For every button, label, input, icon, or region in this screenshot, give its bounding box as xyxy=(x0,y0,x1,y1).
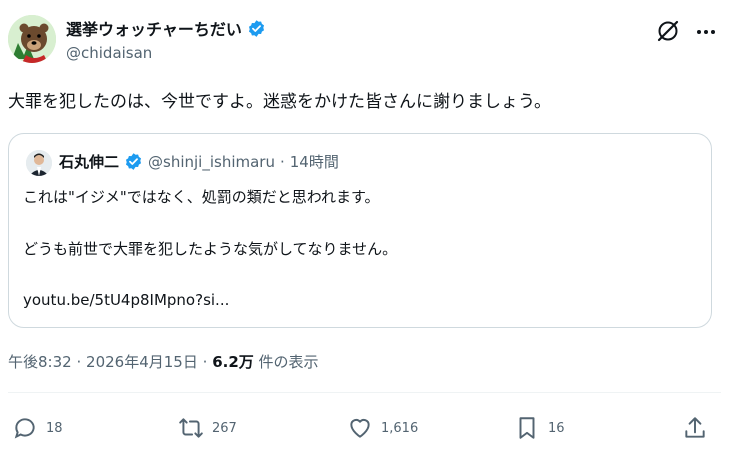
quoted-text-line: どうも前世で大罪を犯したような気がしてなりません。 xyxy=(23,240,398,258)
bear-mascot-image xyxy=(8,15,56,63)
view-count-label: 件の表示 xyxy=(258,353,319,371)
quoted-tweet-card[interactable]: 石丸伸二 @shinji_ishimaru · 14時間 これは"イジメ"ではな… xyxy=(8,133,712,328)
tweet-meta: 午後8:32 · 2026年4月15日 · 6.2万 件の表示 xyxy=(8,351,319,372)
bookmark-button[interactable]: 16 xyxy=(514,415,565,441)
share-button[interactable] xyxy=(682,415,708,441)
author-name-row[interactable]: 選挙ウォッチャーちだい xyxy=(66,16,266,40)
bookmark-count: 16 xyxy=(548,420,565,436)
meta-separator: · xyxy=(202,353,208,371)
grok-icon[interactable] xyxy=(655,18,681,44)
retweet-count: 267 xyxy=(212,420,237,436)
quoted-link[interactable]: youtu.be/5tU4p8IMpno?si... xyxy=(23,291,229,309)
quoted-author-avatar xyxy=(26,150,52,176)
bookmark-icon xyxy=(519,417,535,439)
share-icon xyxy=(685,417,705,438)
author-avatar[interactable] xyxy=(8,15,56,63)
retweet-icon xyxy=(179,418,203,438)
like-button[interactable]: 1,616 xyxy=(347,415,418,441)
reply-icon xyxy=(14,418,35,439)
like-count: 1,616 xyxy=(381,420,419,436)
verified-badge-icon xyxy=(125,153,142,170)
quoted-timestamp: 14時間 xyxy=(289,153,339,171)
reply-count: 18 xyxy=(46,420,63,436)
quoted-display-name: 石丸伸二 xyxy=(59,153,120,171)
verified-badge-icon xyxy=(248,19,264,37)
person-portrait-image xyxy=(26,150,52,176)
meta-separator: · xyxy=(76,353,82,371)
author-display-name[interactable]: 選挙ウォッチャーちだい xyxy=(66,16,242,40)
heart-icon xyxy=(350,418,370,438)
more-options-icon[interactable] xyxy=(694,20,718,44)
tweet-text: 大罪を犯したのは、今世ですよ。迷惑をかけた皆さんに謝りましょう。 xyxy=(8,92,551,112)
tweet-date[interactable]: 2026年4月15日 xyxy=(86,353,198,371)
quoted-handle: @shinji_ishimaru xyxy=(148,152,275,171)
quoted-separator: · xyxy=(279,152,285,171)
retweet-button[interactable]: 267 xyxy=(178,415,237,441)
quoted-text-line: これは"イジメ"ではなく、処罰の類だと思われます。 xyxy=(23,188,380,206)
quoted-header: 石丸伸二 @shinji_ishimaru · 14時間 xyxy=(59,151,339,172)
divider xyxy=(8,392,721,393)
author-handle[interactable]: @chidaisan xyxy=(66,44,152,62)
tweet-time[interactable]: 午後8:32 xyxy=(8,353,72,371)
view-count: 6.2万 xyxy=(212,353,254,371)
reply-button[interactable]: 18 xyxy=(12,415,63,441)
